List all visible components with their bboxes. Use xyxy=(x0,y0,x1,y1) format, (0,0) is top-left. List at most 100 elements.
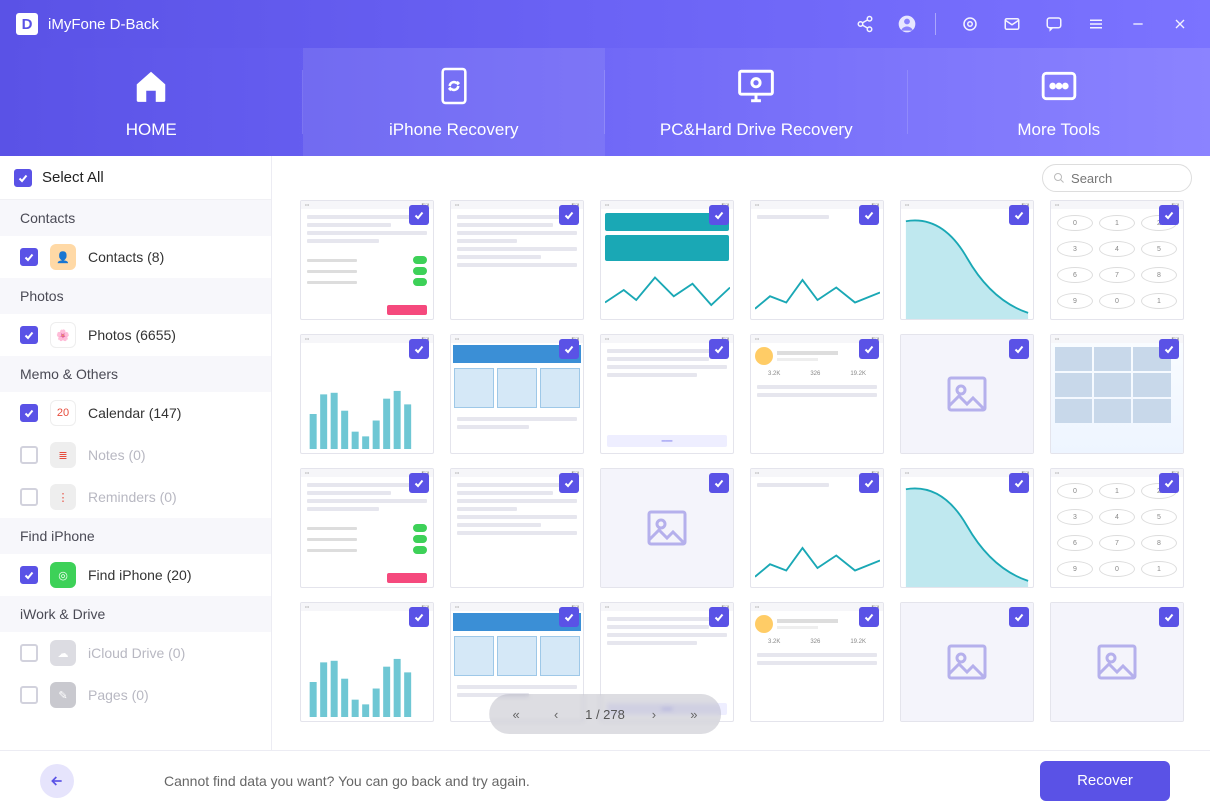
select-all-row[interactable]: Select All xyxy=(0,156,271,200)
sidebar-group-header: Memo & Others xyxy=(0,356,271,392)
photo-thumbnail[interactable]: •••◧◪ xyxy=(300,200,434,320)
photo-thumbnail[interactable]: •••◧◪ xyxy=(900,468,1034,588)
photo-thumbnail[interactable] xyxy=(1050,602,1184,722)
tab-pc-recovery[interactable]: PC&Hard Drive Recovery xyxy=(605,48,908,156)
sidebar-item[interactable]: ✎Pages (0) xyxy=(0,674,271,716)
page-indicator: 1 / 278 xyxy=(585,707,625,722)
checkbox[interactable] xyxy=(20,248,38,266)
sidebar-item[interactable]: ⋮Reminders (0) xyxy=(0,476,271,518)
tab-iphone-recovery[interactable]: iPhone Recovery xyxy=(303,48,606,156)
menu-icon[interactable] xyxy=(1082,10,1110,38)
photo-thumbnail[interactable]: •••◧◪ xyxy=(600,200,734,320)
account-icon[interactable] xyxy=(893,10,921,38)
thumbnail-checkbox[interactable] xyxy=(1009,339,1029,359)
thumbnail-checkbox[interactable] xyxy=(709,339,729,359)
thumbnail-checkbox[interactable] xyxy=(1159,607,1179,627)
checkbox[interactable] xyxy=(20,446,38,464)
photo-thumbnail[interactable]: •••◧◪3.2K32619.2K xyxy=(750,334,884,454)
title-bar: D iMyFone D-Back xyxy=(0,0,1210,48)
thumbnail-checkbox[interactable] xyxy=(1009,205,1029,225)
next-page-button[interactable]: › xyxy=(643,703,665,725)
prev-page-button[interactable]: ‹ xyxy=(545,703,567,725)
close-icon[interactable] xyxy=(1166,10,1194,38)
sidebar-item[interactable]: ☁iCloud Drive (0) xyxy=(0,632,271,674)
photo-thumbnail[interactable]: •••◧◪ xyxy=(450,468,584,588)
sidebar-item[interactable]: ◎Find iPhone (20) xyxy=(0,554,271,596)
settings-icon[interactable] xyxy=(956,10,984,38)
thumbnail-checkbox[interactable] xyxy=(409,473,429,493)
thumbnail-checkbox[interactable] xyxy=(1009,473,1029,493)
home-icon xyxy=(129,64,173,108)
thumbnail-checkbox[interactable] xyxy=(409,205,429,225)
sidebar-item[interactable]: 👤Contacts (8) xyxy=(0,236,271,278)
thumbnail-checkbox[interactable] xyxy=(1159,339,1179,359)
photo-thumbnail[interactable]: •••◧◪ xyxy=(750,468,884,588)
thumbnail-checkbox[interactable] xyxy=(859,473,879,493)
sidebar-item[interactable]: 🌸 Photos (6655) xyxy=(0,314,271,356)
sidebar-item-label: Pages (0) xyxy=(88,687,149,703)
sidebar-item-label: Photos (6655) xyxy=(88,327,176,343)
thumbnail-checkbox[interactable] xyxy=(859,607,879,627)
thumbnail-checkbox[interactable] xyxy=(859,205,879,225)
photo-thumbnail[interactable]: •••◧◪ xyxy=(900,200,1034,320)
sidebar-item-label: Calendar (147) xyxy=(88,405,181,421)
search-box[interactable] xyxy=(1042,164,1192,192)
thumbnail-checkbox[interactable] xyxy=(859,339,879,359)
sidebar-item[interactable]: ≣ Notes (0) xyxy=(0,434,271,476)
thumbnail-checkbox[interactable] xyxy=(409,607,429,627)
first-page-button[interactable]: « xyxy=(505,703,527,725)
thumbnail-checkbox[interactable] xyxy=(709,473,729,493)
minimize-icon[interactable] xyxy=(1124,10,1152,38)
photo-thumbnail[interactable]: •••◧◪ xyxy=(450,200,584,320)
sidebar-item-label: Notes (0) xyxy=(88,447,146,463)
mail-icon[interactable] xyxy=(998,10,1026,38)
thumbnail-checkbox[interactable] xyxy=(559,473,579,493)
photo-thumbnail[interactable]: •••◧◪ xyxy=(300,602,434,722)
photo-thumbnail[interactable]: •••◧◪ xyxy=(300,468,434,588)
thumbnail-checkbox[interactable] xyxy=(1009,607,1029,627)
checkbox[interactable] xyxy=(20,566,38,584)
thumbnail-checkbox[interactable] xyxy=(559,205,579,225)
sidebar: Select All Contacts👤Contacts (8)Photos🌸P… xyxy=(0,156,272,750)
photo-thumbnail[interactable] xyxy=(600,468,734,588)
thumbnail-checkbox[interactable] xyxy=(709,205,729,225)
checkbox[interactable] xyxy=(20,404,38,422)
photo-thumbnail[interactable]: •••◧◪ xyxy=(750,200,884,320)
checkbox[interactable] xyxy=(20,488,38,506)
checkbox[interactable] xyxy=(20,644,38,662)
recover-button[interactable]: Recover xyxy=(1040,761,1170,801)
category-icon: 🌸 xyxy=(50,322,76,348)
category-icon: ≣ xyxy=(50,442,76,468)
tab-more-tools[interactable]: More Tools xyxy=(908,48,1210,156)
last-page-button[interactable]: » xyxy=(683,703,705,725)
thumbnail-checkbox[interactable] xyxy=(1159,205,1179,225)
sidebar-group-header: Find iPhone xyxy=(0,518,271,554)
checkbox[interactable] xyxy=(20,686,38,704)
thumbnail-checkbox[interactable] xyxy=(559,339,579,359)
photo-thumbnail[interactable]: •••◧◪ xyxy=(450,334,584,454)
photo-thumbnail[interactable]: •••◧◪ xyxy=(300,334,434,454)
photo-thumbnail[interactable]: •••◧◪012345678901 xyxy=(1050,200,1184,320)
photo-thumbnail[interactable]: •••◧◪━━━ xyxy=(600,334,734,454)
thumbnail-checkbox[interactable] xyxy=(559,607,579,627)
photo-thumbnail[interactable] xyxy=(900,602,1034,722)
footer-message: Cannot find data you want? You can go ba… xyxy=(164,773,530,789)
photo-thumbnail[interactable]: •••◧◪ xyxy=(1050,334,1184,454)
search-input[interactable] xyxy=(1071,171,1181,186)
category-icon: 20 xyxy=(50,400,76,426)
share-icon[interactable] xyxy=(851,10,879,38)
sidebar-item-label: Find iPhone (20) xyxy=(88,567,192,583)
checkbox[interactable] xyxy=(20,326,38,344)
thumbnail-checkbox[interactable] xyxy=(1159,473,1179,493)
tab-home[interactable]: HOME xyxy=(0,48,303,156)
select-all-checkbox[interactable] xyxy=(14,169,32,187)
thumbnail-checkbox[interactable] xyxy=(709,607,729,627)
back-button[interactable] xyxy=(40,764,74,798)
photo-thumbnail[interactable] xyxy=(900,334,1034,454)
photo-thumbnail[interactable]: •••◧◪3.2K32619.2K xyxy=(750,602,884,722)
thumbnail-checkbox[interactable] xyxy=(409,339,429,359)
feedback-icon[interactable] xyxy=(1040,10,1068,38)
photo-thumbnail[interactable]: •••◧◪012345678901 xyxy=(1050,468,1184,588)
sidebar-group-header: Contacts xyxy=(0,200,271,236)
sidebar-item[interactable]: 20 Calendar (147) xyxy=(0,392,271,434)
